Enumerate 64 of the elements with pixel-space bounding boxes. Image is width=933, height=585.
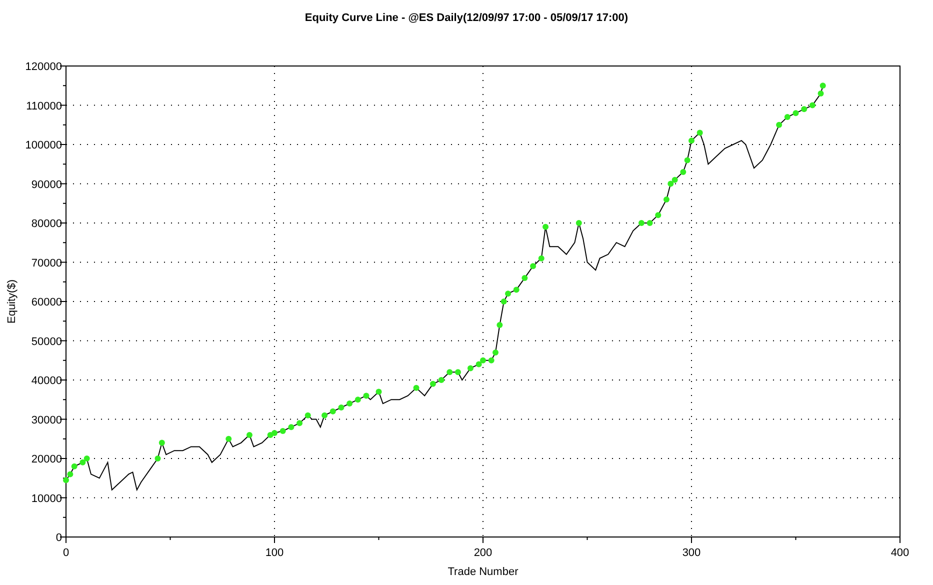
- y-tick-label: 110000: [26, 100, 62, 112]
- new-high-marker: [330, 408, 336, 414]
- new-high-marker: [346, 400, 353, 407]
- new-high-marker: [809, 102, 816, 108]
- y-tick-label: 40000: [31, 375, 62, 387]
- new-high-marker: [246, 432, 252, 438]
- new-high-marker: [154, 456, 161, 462]
- y-tick-label: 30000: [31, 414, 62, 426]
- new-high-marker: [530, 263, 536, 270]
- new-high-marker: [158, 440, 165, 446]
- new-high-marker: [496, 322, 503, 328]
- new-high-marker: [354, 396, 361, 403]
- new-high-marker: [646, 220, 653, 226]
- x-tick-label: 300: [682, 547, 701, 559]
- new-high-marker: [680, 168, 686, 175]
- new-high-marker: [446, 369, 453, 376]
- new-high-marker: [696, 130, 703, 136]
- new-high-marker: [688, 138, 694, 144]
- y-tick-label: 50000: [31, 336, 62, 348]
- new-high-marker: [542, 224, 549, 230]
- y-tick-label: 70000: [31, 257, 62, 270]
- new-high-marker: [655, 212, 662, 218]
- new-high-marker: [376, 388, 382, 395]
- new-high-marker: [226, 436, 232, 442]
- new-high-marker: [684, 157, 690, 164]
- new-high-marker: [280, 428, 286, 434]
- new-high-marker: [663, 196, 670, 202]
- new-high-marker: [513, 286, 520, 293]
- new-high-marker: [438, 377, 444, 383]
- new-high-marker: [505, 290, 512, 297]
- x-tick-label: 100: [265, 547, 284, 559]
- new-high-marker: [363, 392, 370, 399]
- x-tick-label: 0: [62, 547, 70, 559]
- chart-title: Equity Curve Line - @ES Daily(12/09/97 17:00 - 05/09/17 17:00): [304, 12, 628, 26]
- new-high-marker: [288, 424, 294, 430]
- new-high-marker: [468, 365, 474, 372]
- new-high-marker: [638, 220, 644, 226]
- new-high-marker: [322, 412, 328, 418]
- new-high-marker: [500, 298, 507, 304]
- y-axis-title: Equity($): [6, 279, 18, 324]
- y-tick-label: 100000: [25, 140, 62, 152]
- new-high-marker: [576, 220, 582, 226]
- y-tick-label: 90000: [31, 178, 62, 191]
- x-tick-label: 400: [890, 547, 910, 559]
- new-high-marker: [430, 380, 436, 387]
- new-high-marker: [784, 114, 790, 120]
- new-high-marker: [338, 404, 344, 410]
- new-high-marker: [413, 384, 420, 391]
- new-high-marker: [454, 369, 461, 376]
- new-high-marker: [522, 274, 528, 281]
- x-axis-title: Trade Number: [448, 566, 518, 578]
- y-tick-label: 10000: [31, 492, 62, 505]
- y-tick-label: 20000: [31, 454, 62, 466]
- new-high-marker: [792, 110, 799, 116]
- new-high-marker: [538, 255, 544, 262]
- y-tick-label: 120000: [25, 61, 62, 73]
- new-high-marker: [304, 412, 311, 418]
- y-tick-label: 60000: [31, 296, 62, 308]
- new-high-marker: [776, 122, 782, 128]
- new-high-marker: [801, 106, 808, 112]
- new-high-marker: [71, 463, 78, 470]
- y-tick-label: 80000: [31, 218, 62, 230]
- x-tick-label: 200: [474, 547, 492, 559]
- new-high-marker: [296, 420, 303, 426]
